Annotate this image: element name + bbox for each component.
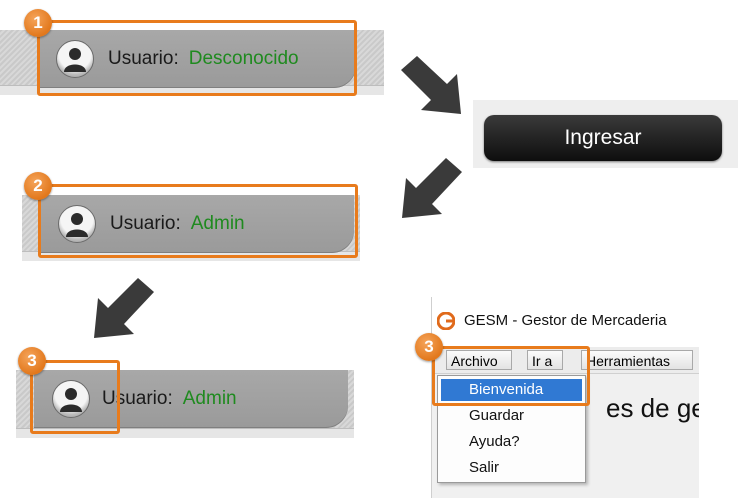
menu-item-guardar[interactable]: Guardar bbox=[441, 405, 582, 427]
user-name: Admin bbox=[182, 388, 237, 409]
step-badge-4: 3 bbox=[415, 333, 443, 361]
window-title: GESM - Gestor de Mercaderia bbox=[464, 312, 667, 329]
highlight-box-3 bbox=[30, 360, 120, 434]
menu-item-salir[interactable]: Salir bbox=[441, 457, 582, 479]
highlight-box-2 bbox=[38, 184, 358, 258]
login-button[interactable]: Ingresar bbox=[484, 115, 722, 161]
step-badge-2: 2 bbox=[24, 172, 52, 200]
highlight-box-1 bbox=[37, 20, 357, 96]
login-area: Ingresar bbox=[473, 100, 738, 168]
menu-herramientas[interactable]: Herramientas bbox=[581, 350, 693, 370]
title-bar: GESM - Gestor de Mercaderia bbox=[432, 297, 699, 347]
step-badge-1: 1 bbox=[24, 9, 52, 37]
content-heading: es de ges bbox=[606, 393, 699, 423]
app-logo-icon bbox=[437, 312, 455, 330]
arrow-down-right-icon bbox=[401, 56, 461, 114]
arrow-down-left-icon bbox=[94, 278, 154, 338]
arrow-down-left-icon bbox=[402, 158, 462, 218]
step-badge-3: 3 bbox=[18, 347, 46, 375]
highlight-box-4 bbox=[432, 346, 590, 406]
menu-item-ayuda[interactable]: Ayuda? bbox=[441, 431, 582, 453]
